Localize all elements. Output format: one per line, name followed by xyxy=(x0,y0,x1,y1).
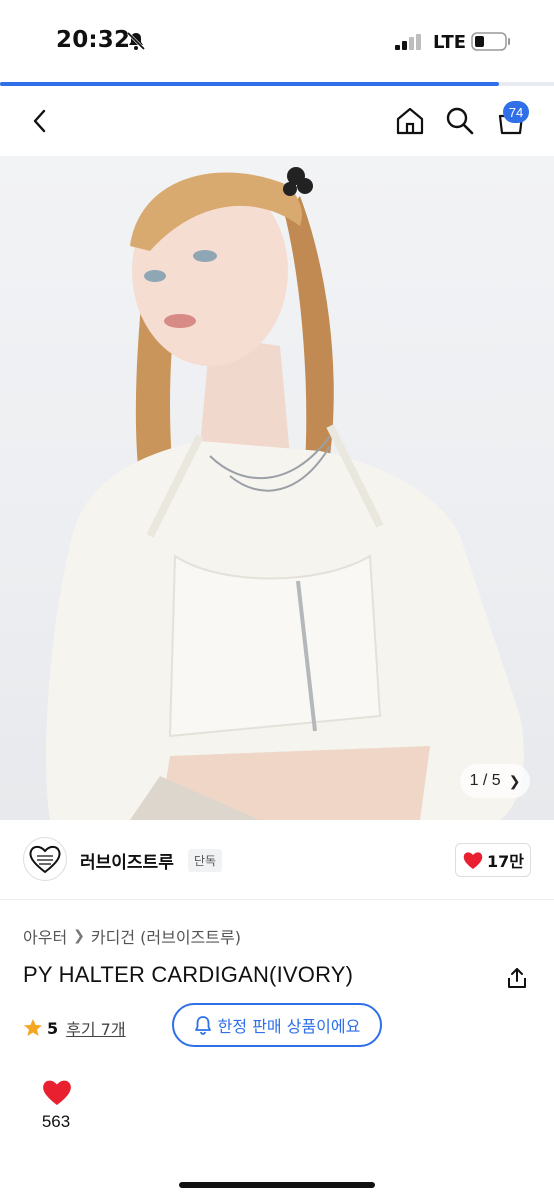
breadcrumb-category[interactable]: 아우터 xyxy=(23,924,67,948)
breadcrumb-subcategory[interactable]: 카디건 (러브이즈트루) xyxy=(91,924,241,948)
home-indicator[interactable] xyxy=(179,1182,375,1188)
model-photo xyxy=(46,167,524,820)
image-pager[interactable]: 1 / 5 ❯ xyxy=(460,764,530,798)
brand-row: 러브이즈트루 단독 17만 xyxy=(0,820,554,900)
brand-logo[interactable] xyxy=(23,837,67,881)
product-title: PY HALTER CARDIGAN(IVORY) xyxy=(23,962,354,987)
top-nav xyxy=(0,86,554,156)
rating-score: 5 xyxy=(47,1018,59,1038)
chevron-left-icon xyxy=(33,109,46,133)
reviews-link[interactable]: 후기 7개 xyxy=(66,1016,125,1040)
star-icon xyxy=(24,1019,42,1036)
status-time: 20:32 xyxy=(56,27,131,53)
chevron-right-icon: ❯ xyxy=(73,928,85,944)
chevron-right-icon: ❯ xyxy=(508,772,521,789)
brand-like-button[interactable]: 17만 xyxy=(455,843,531,877)
status-bar: 20:32 LTE xyxy=(0,0,554,82)
heart-icon xyxy=(463,852,483,869)
limited-sale-button[interactable]: 한정 판매 상품이에요 xyxy=(172,1003,382,1047)
heart-logo-icon xyxy=(29,845,61,874)
rating-summary: 5 후기 7개 xyxy=(23,1016,126,1040)
share-icon xyxy=(508,968,526,988)
product-image[interactable] xyxy=(0,156,554,820)
breadcrumb: 아우터 ❯ 카디건 (러브이즈트루) xyxy=(23,924,241,948)
home-button[interactable] xyxy=(393,104,427,138)
wishlist-count: 563 xyxy=(41,1112,71,1131)
back-button[interactable] xyxy=(23,104,57,138)
brand-like-count: 17만 xyxy=(487,852,524,871)
share-button[interactable] xyxy=(505,966,529,990)
signal-icon xyxy=(395,34,421,50)
wishlist-button[interactable] xyxy=(36,1077,78,1111)
cart-count-badge: 74 xyxy=(503,101,529,123)
pager-text: 1 / 5 xyxy=(469,772,501,789)
exclusive-badge: 단독 xyxy=(188,849,223,872)
battery-icon xyxy=(471,32,510,51)
bell-off-icon xyxy=(126,31,146,51)
bell-icon xyxy=(194,1016,211,1035)
network-label: LTE xyxy=(433,32,467,53)
limited-sale-label: 한정 판매 상품이에요 xyxy=(217,1017,361,1036)
home-icon xyxy=(396,107,424,135)
search-icon xyxy=(446,107,474,135)
search-button[interactable] xyxy=(443,104,477,138)
brand-name[interactable]: 러브이즈트루 xyxy=(80,848,174,873)
heart-icon xyxy=(43,1080,71,1105)
